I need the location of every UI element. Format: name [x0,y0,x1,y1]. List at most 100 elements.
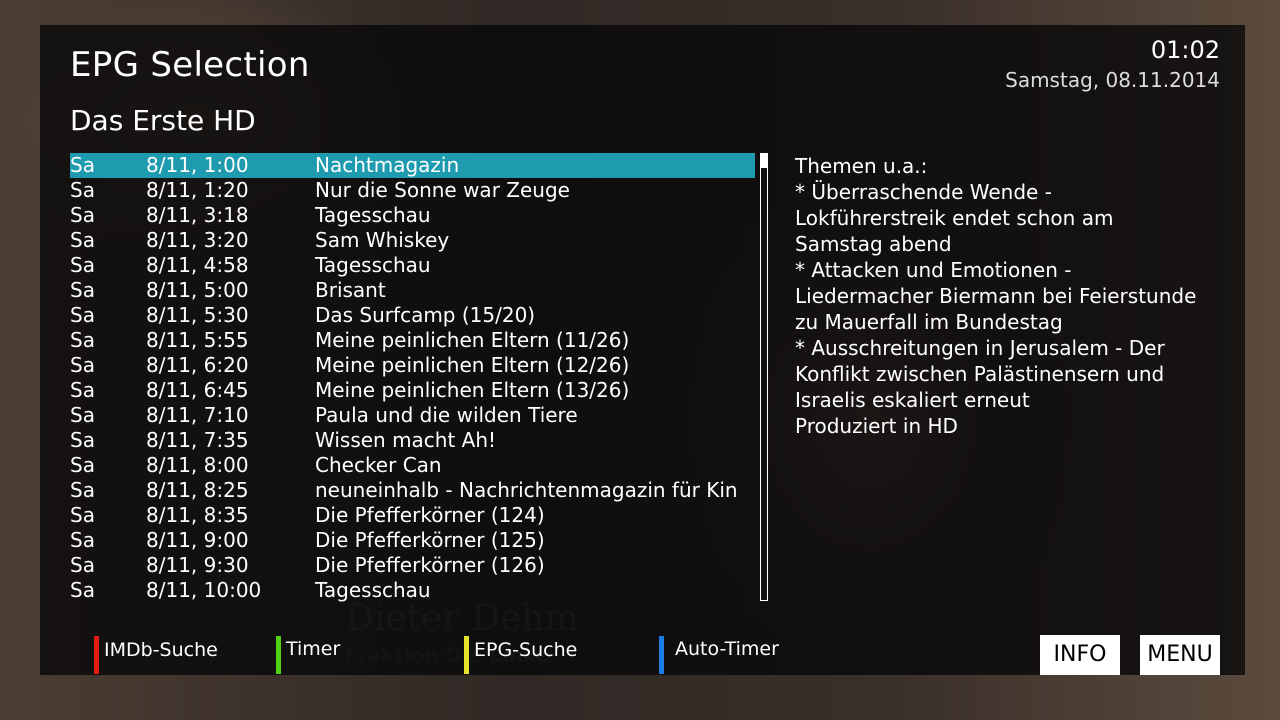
event-time: 8/11, 7:10 [146,403,249,427]
event-title: Meine peinlichen Eltern (11/26) [315,328,630,352]
description-line: zu Mauerfall im Bundestag [795,310,1063,334]
epg-row[interactable]: Sa 8/11, 8:25 neuneinhalb - Nachrichtenmag… [70,478,755,503]
epg-row[interactable]: Sa 8/11, 6:45 Meine peinlichen Eltern (13/… [70,378,755,403]
event-day: Sa [70,253,95,277]
epg-row[interactable]: Sa 8/11, 5:55 Meine peinlichen Eltern (11/… [70,328,755,353]
event-day: Sa [70,353,95,377]
description-line: * Ausschreitungen in Jerusalem - Der [795,336,1165,360]
event-title: Wissen macht Ah! [315,428,497,452]
event-time: 8/11, 5:30 [146,303,249,327]
event-day: Sa [70,478,95,502]
event-day: Sa [70,503,95,527]
epg-row[interactable]: Sa 8/11, 8:35 Die Pfefferkörner (124) [70,503,755,528]
event-day: Sa [70,303,95,327]
event-title: Meine peinlichen Eltern (12/26) [315,353,630,377]
event-title: Das Surfcamp (15/20) [315,303,536,327]
event-time: 8/11, 1:20 [146,178,249,202]
epg-list-scrollbar[interactable] [760,153,768,601]
epg-row[interactable]: Sa 8/11, 1:20 Nur die Sonne war Zeuge [70,178,755,203]
event-title: Nachtmagazin [315,153,460,177]
description-line: Lokführerstreik endet schon am [795,206,1114,230]
epg-row[interactable]: Sa 8/11, 3:20 Sam Whiskey [70,228,755,253]
event-time: 8/11, 5:00 [146,278,249,302]
description-line: * Überraschende Wende - [795,180,1052,204]
event-day: Sa [70,378,95,402]
event-title: Sam Whiskey [315,228,450,252]
event-title: Nur die Sonne war Zeuge [315,178,570,202]
blue-button-auto-timer[interactable]: Auto-Timer [659,636,819,674]
epg-row-selected[interactable]: Sa 8/11, 1:00 Nachtmagazin [70,153,755,178]
description-line: * Attacken und Emotionen - [795,258,1072,282]
event-title: Tagesschau [315,578,431,602]
event-title: Checker Can [315,453,442,477]
event-day: Sa [70,453,95,477]
epg-row[interactable]: Sa 8/11, 9:30 Die Pfefferkörner (126) [70,553,755,578]
event-day: Sa [70,578,95,602]
description-line: Themen u.a.: [795,154,928,178]
epg-event-list[interactable]: Sa 8/11, 1:00 Nachtmagazin Sa 8/11, 1:20 Nur … [70,153,755,603]
scrollbar-thumb[interactable] [761,154,767,168]
event-day: Sa [70,153,95,177]
event-title: Die Pfefferkörner (124) [315,503,545,527]
event-day: Sa [70,178,95,202]
epg-row[interactable]: Sa 8/11, 9:00 Die Pfefferkörner (125) [70,528,755,553]
event-day: Sa [70,278,95,302]
event-day: Sa [70,203,95,227]
epg-row[interactable]: Sa 8/11, 7:35 Wissen macht Ah! [70,428,755,453]
event-title: Paula und die wilden Tiere [315,403,578,427]
epg-row[interactable]: Sa 8/11, 7:10 Paula und die wilden Tiere [70,403,755,428]
event-time: 8/11, 3:20 [146,228,249,252]
event-day: Sa [70,228,95,252]
description-line: Samstag abend [795,232,952,256]
clock-date: Samstag, 08.11.2014 [1005,68,1220,92]
blue-key-indicator [659,636,664,674]
event-description: Themen u.a.: * Überraschende Wende - Lokfü… [795,153,1215,439]
page-title: EPG Selection [70,45,310,85]
event-time: 8/11, 6:20 [146,353,249,377]
epg-row[interactable]: Sa 8/11, 5:00 Brisant [70,278,755,303]
green-key-indicator [276,636,281,674]
green-button-label: Timer [286,638,341,660]
channel-name: Das Erste HD [70,104,256,137]
event-time: 8/11, 9:00 [146,528,249,552]
event-time: 8/11, 6:45 [146,378,249,402]
event-title: Die Pfefferkörner (126) [315,553,545,577]
green-button-timer[interactable]: Timer [276,636,396,674]
epg-row[interactable]: Sa 8/11, 6:20 Meine peinlichen Eltern (12/… [70,353,755,378]
event-day: Sa [70,528,95,552]
event-title: Die Pfefferkörner (125) [315,528,545,552]
description-line: Konflikt zwischen Palästinensern und [795,362,1165,386]
event-time: 8/11, 8:35 [146,503,249,527]
event-title: Tagesschau [315,203,431,227]
event-time: 8/11, 8:00 [146,453,249,477]
epg-row[interactable]: Sa 8/11, 3:18 Tagesschau [70,203,755,228]
red-key-indicator [94,636,99,674]
epg-row[interactable]: Sa 8/11, 8:00 Checker Can [70,453,755,478]
event-day: Sa [70,328,95,352]
red-button-label: IMDb-Suche [104,639,218,661]
event-day: Sa [70,428,95,452]
description-line: Israelis eskaliert erneut [795,388,1030,412]
event-day: Sa [70,403,95,427]
event-time: 8/11, 8:25 [146,478,249,502]
description-line: Produziert in HD [795,414,958,438]
epg-row[interactable]: Sa 8/11, 4:58 Tagesschau [70,253,755,278]
epg-row[interactable]: Sa 8/11, 10:00 Tagesschau [70,578,755,603]
event-title: Brisant [315,278,386,302]
red-button-imdb-search[interactable]: IMDb-Suche [94,636,254,674]
info-key-button[interactable]: INFO [1040,635,1120,675]
event-time: 8/11, 4:58 [146,253,249,277]
epg-row[interactable]: Sa 8/11, 5:30 Das Surfcamp (15/20) [70,303,755,328]
event-time: 8/11, 3:18 [146,203,249,227]
event-time: 8/11, 1:00 [146,153,249,177]
menu-key-button[interactable]: MENU [1140,635,1220,675]
event-time: 8/11, 5:55 [146,328,249,352]
event-time: 8/11, 7:35 [146,428,249,452]
description-line: Liedermacher Biermann bei Feierstunde [795,284,1197,308]
yellow-key-indicator [464,636,469,674]
event-title: Meine peinlichen Eltern (13/26) [315,378,630,402]
event-time: 8/11, 10:00 [146,578,262,602]
yellow-button-epg-search[interactable]: EPG-Suche [464,636,624,674]
yellow-button-label: EPG-Suche [474,639,578,661]
clock-time: 01:02 [1150,36,1220,64]
